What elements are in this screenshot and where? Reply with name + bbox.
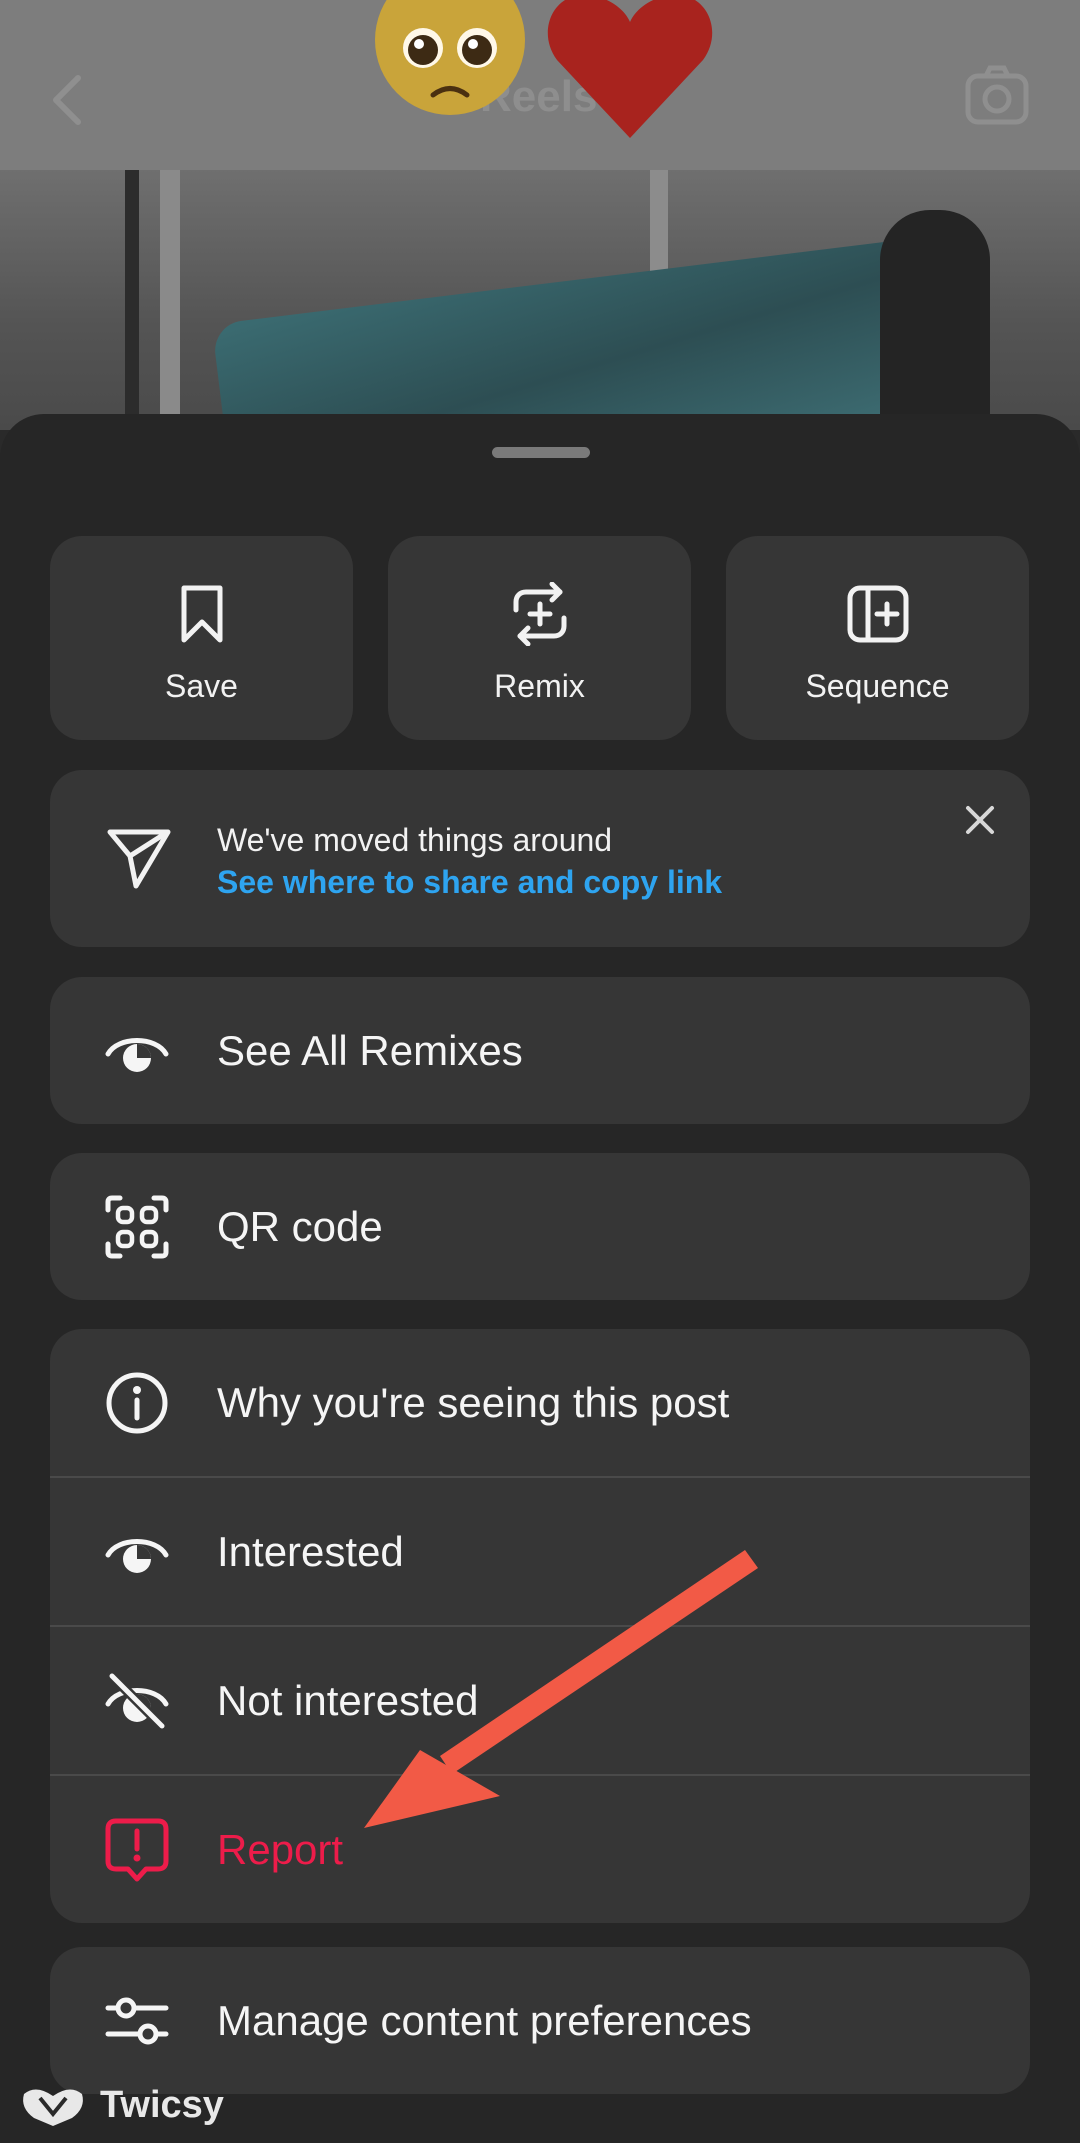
report-label: Report — [217, 1825, 344, 1873]
remix-button[interactable]: Remix — [388, 536, 691, 740]
camera-icon — [965, 65, 1029, 125]
manage-preferences-item[interactable]: Manage content preferences — [50, 1947, 1030, 2094]
bookmark-icon — [181, 585, 222, 643]
qr-code-label: QR code — [217, 1202, 383, 1250]
manage-preferences-card: Manage content preferences — [50, 1947, 1030, 2094]
moved-notice-card[interactable]: We've moved things around See where to s… — [50, 770, 1030, 947]
eye-slash-icon — [105, 1671, 169, 1730]
remix-label: Remix — [494, 668, 585, 704]
why-seeing-item[interactable]: Why you're seeing this post — [50, 1329, 1030, 1476]
manage-preferences-label: Manage content preferences — [217, 1996, 752, 2044]
pleading-face-emoji — [375, 0, 525, 115]
background-header: Reels — [0, 0, 1080, 170]
close-icon[interactable] — [960, 800, 1000, 840]
watermark: Twicsy — [20, 2080, 224, 2130]
why-seeing-label: Why you're seeing this post — [217, 1378, 730, 1426]
not-interested-item[interactable]: Not interested — [50, 1627, 1030, 1774]
interested-label: Interested — [217, 1527, 404, 1575]
sheet-grabber[interactable] — [492, 447, 590, 458]
see-all-remixes-item[interactable]: See All Remixes — [50, 977, 1030, 1124]
qr-code-icon — [105, 1195, 169, 1258]
red-heart-emoji — [547, 0, 713, 138]
info-icon — [106, 1372, 168, 1433]
background-video — [0, 170, 1080, 430]
interested-item[interactable]: Interested — [50, 1478, 1030, 1625]
report-item[interactable]: Report — [50, 1776, 1030, 1923]
not-interested-label: Not interested — [217, 1676, 479, 1724]
qr-code-card: QR code — [50, 1153, 1030, 1300]
see-all-remixes-label: See All Remixes — [217, 1026, 523, 1074]
save-label: Save — [165, 668, 238, 704]
see-all-remixes-card: See All Remixes — [50, 977, 1030, 1124]
twicsy-logo-icon — [23, 2089, 83, 2126]
send-icon — [107, 829, 171, 889]
back-chevron-icon — [53, 75, 81, 125]
notice-message: We've moved things around — [217, 822, 613, 858]
share-link[interactable]: See where to share and copy link — [217, 864, 722, 901]
remix-icon — [513, 582, 566, 646]
eye-icon — [105, 1538, 169, 1573]
save-button[interactable]: Save — [50, 536, 353, 740]
report-icon — [105, 1818, 169, 1881]
sequence-icon — [847, 585, 908, 643]
watermark-name: Twicsy — [100, 2083, 224, 2126]
post-options-card: Why you're seeing this post Interested N… — [50, 1329, 1030, 1923]
sequence-label: Sequence — [805, 668, 950, 704]
sliders-icon — [105, 1997, 169, 2044]
qr-code-item[interactable]: QR code — [50, 1153, 1030, 1300]
eye-icon — [105, 1037, 169, 1072]
sequence-button[interactable]: Sequence — [726, 536, 1029, 740]
